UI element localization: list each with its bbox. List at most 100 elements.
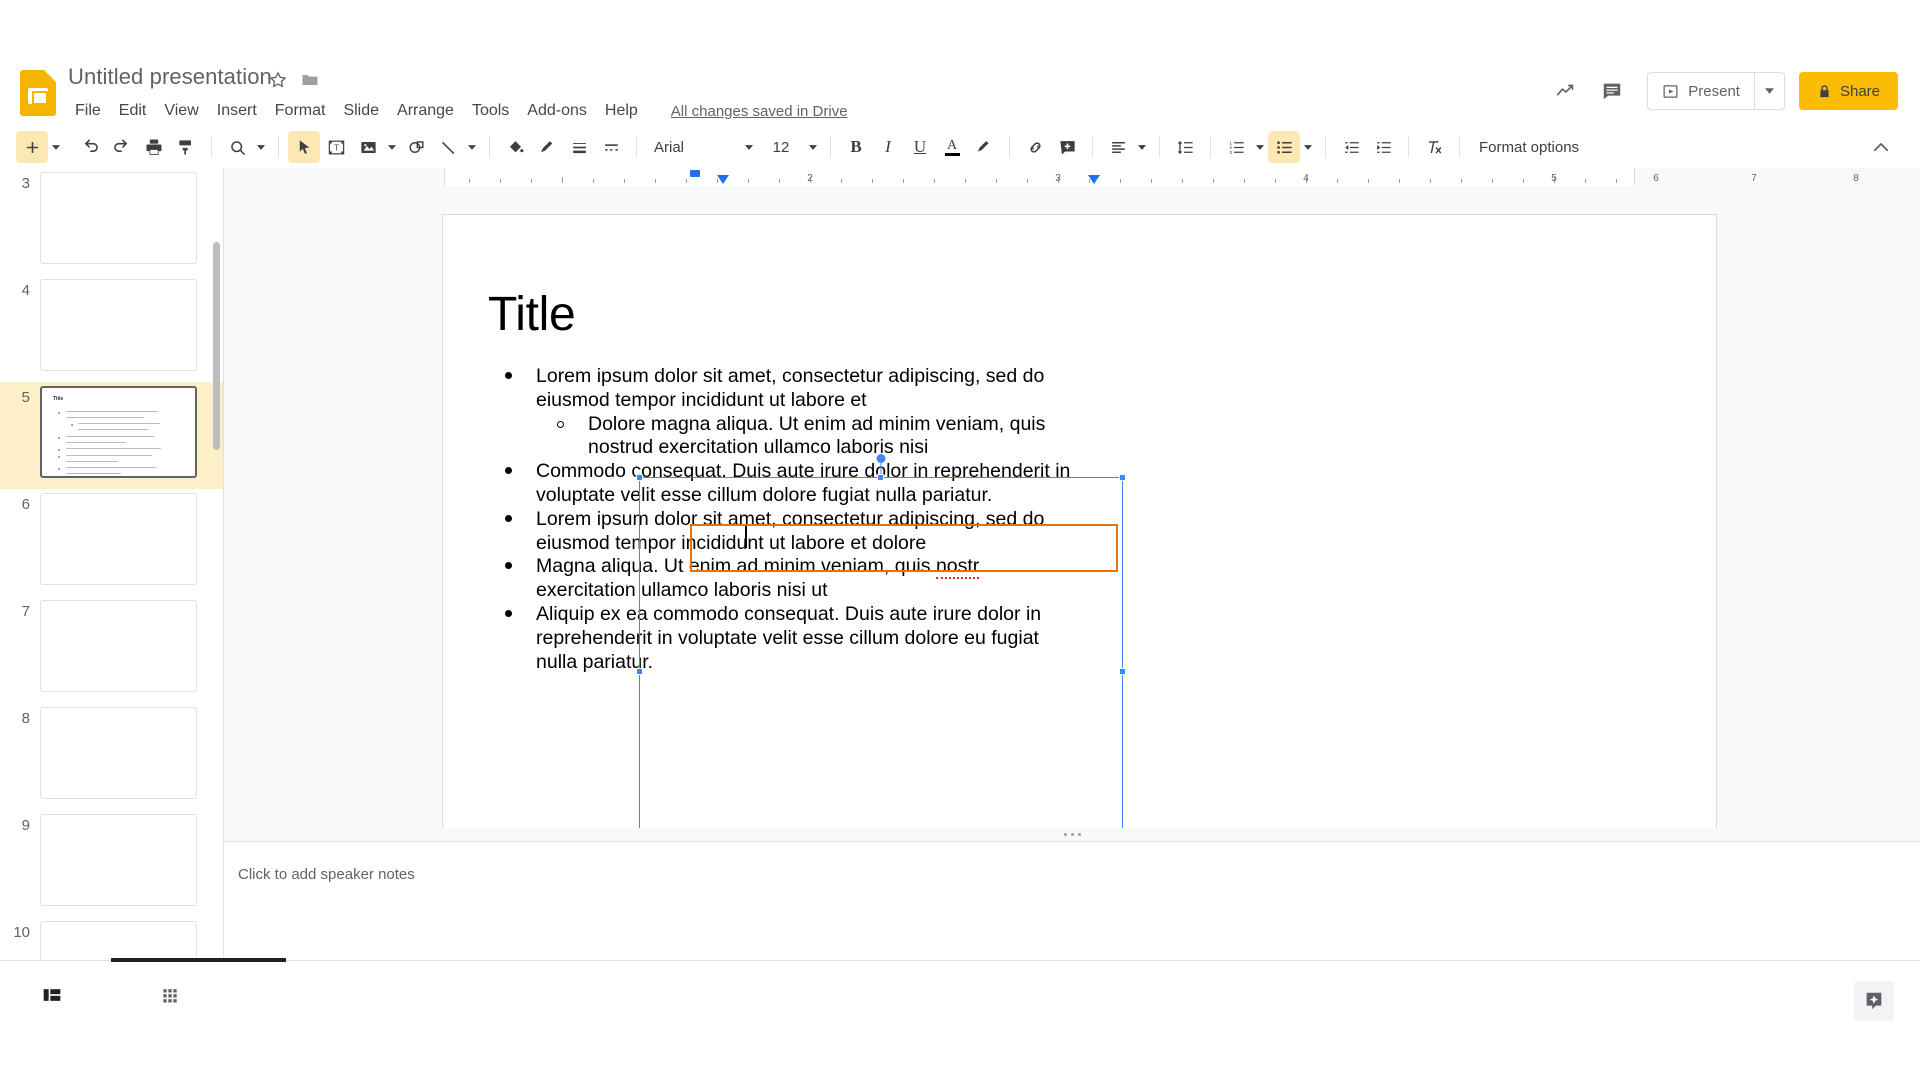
- filmstrip-view-button[interactable]: [32, 975, 72, 1015]
- text-color-button[interactable]: A: [936, 131, 968, 163]
- slide-thumbnail-selected[interactable]: Title: [40, 386, 197, 478]
- star-icon[interactable]: [268, 70, 288, 90]
- add-comment-button[interactable]: [1051, 131, 1083, 163]
- border-weight-button[interactable]: [563, 131, 595, 163]
- redo-button[interactable]: [106, 131, 138, 163]
- filmstrip-slide-6[interactable]: 6: [0, 489, 223, 596]
- explore-button[interactable]: [1854, 981, 1894, 1021]
- bold-button[interactable]: B: [840, 131, 872, 163]
- print-icon: [146, 139, 162, 155]
- select-tool-button[interactable]: [288, 131, 320, 163]
- ruler-track[interactable]: 2 3 4 5: [444, 168, 1635, 186]
- font-size-selector[interactable]: 12: [757, 132, 805, 162]
- bullet-marker-hollow-icon: [557, 420, 564, 428]
- paint-format-button[interactable]: [170, 131, 202, 163]
- left-indent-marker[interactable]: [717, 175, 729, 184]
- increase-indent-button[interactable]: [1367, 131, 1399, 163]
- filmstrip-slide-3[interactable]: 3: [0, 168, 223, 275]
- present-dropdown-caret[interactable]: [1753, 73, 1784, 109]
- border-color-button[interactable]: [531, 131, 563, 163]
- horizontal-ruler[interactable]: 2 3 4 5 6 7 8: [224, 168, 1920, 186]
- filmstrip-slide-7[interactable]: 7: [0, 596, 223, 703]
- bullet-item-5[interactable]: Magna aliqua. Ut enim ad minim veniam, q…: [483, 555, 1083, 603]
- misspelled-word[interactable]: nostr: [935, 555, 980, 580]
- filmstrip-slide-9[interactable]: 9: [0, 810, 223, 917]
- align-caret[interactable]: [1134, 131, 1150, 163]
- bulleted-list-button[interactable]: [1268, 131, 1300, 163]
- slide-thumbnail[interactable]: [40, 600, 197, 692]
- menu-item-file[interactable]: File: [66, 100, 110, 122]
- grid-view-button[interactable]: [150, 975, 190, 1015]
- notes-resize-handle[interactable]: [224, 828, 1920, 841]
- textbox-button[interactable]: T: [320, 131, 352, 163]
- bullet-item-4[interactable]: Lorem ipsum dolor sit amet, consectetur …: [483, 508, 1083, 556]
- folder-icon[interactable]: [300, 70, 320, 90]
- decrease-indent-button[interactable]: [1335, 131, 1367, 163]
- clear-formatting-button[interactable]: [1418, 131, 1450, 163]
- numbered-list-button[interactable]: 123: [1220, 131, 1252, 163]
- slide-thumbnail[interactable]: [40, 279, 197, 371]
- slide-body-placeholder[interactable]: Lorem ipsum dolor sit amet, consectetur …: [483, 365, 1083, 674]
- font-size-caret[interactable]: [805, 131, 821, 163]
- font-family-caret[interactable]: [741, 131, 757, 163]
- speaker-notes-pane[interactable]: Click to add speaker notes: [224, 841, 1920, 960]
- bulleted-list-caret[interactable]: [1300, 131, 1316, 163]
- slide-thumbnail[interactable]: [40, 172, 197, 264]
- save-status[interactable]: All changes saved in Drive: [671, 103, 848, 120]
- filmstrip-scrollbar[interactable]: [213, 242, 220, 450]
- menu-item-help[interactable]: Help: [596, 100, 647, 122]
- line-caret[interactable]: [464, 131, 480, 163]
- zoom-caret[interactable]: [253, 131, 269, 163]
- fill-color-button[interactable]: [499, 131, 531, 163]
- highlight-color-button[interactable]: [968, 131, 1000, 163]
- font-family-selector[interactable]: Arial: [646, 132, 741, 162]
- format-options-button[interactable]: Format options: [1469, 133, 1589, 162]
- share-button[interactable]: Share: [1798, 72, 1898, 110]
- comments-icon[interactable]: [1589, 68, 1635, 114]
- menu-item-edit[interactable]: Edit: [110, 100, 156, 122]
- insert-link-button[interactable]: [1019, 131, 1051, 163]
- bullet-item-2[interactable]: Dolore magna aliqua. Ut enim ad minim ve…: [483, 413, 1083, 461]
- slide-thumbnail[interactable]: [40, 814, 197, 906]
- document-title[interactable]: Untitled presentation: [68, 64, 272, 90]
- slide-thumbnail[interactable]: [40, 707, 197, 799]
- filmstrip-slide-4[interactable]: 4: [0, 275, 223, 382]
- bullet-item-3[interactable]: Commodo consequat. Duis aute irure dolor…: [483, 460, 1083, 508]
- new-slide-caret[interactable]: [48, 131, 64, 163]
- line-button[interactable]: [432, 131, 464, 163]
- line-spacing-button[interactable]: [1169, 131, 1201, 163]
- align-button[interactable]: [1102, 131, 1134, 163]
- filmstrip-slide-5[interactable]: 5 Title: [0, 382, 223, 489]
- chevron-down-icon: [468, 144, 476, 150]
- slide-thumbnail[interactable]: [40, 493, 197, 585]
- menu-item-tools[interactable]: Tools: [463, 100, 518, 122]
- border-dash-button[interactable]: [595, 131, 627, 163]
- slide-title-text[interactable]: Title: [488, 287, 576, 342]
- underline-button[interactable]: U: [904, 131, 936, 163]
- menu-item-insert[interactable]: Insert: [208, 100, 266, 122]
- insert-image-button[interactable]: [352, 131, 384, 163]
- menu-item-addons[interactable]: Add-ons: [518, 100, 596, 122]
- right-indent-marker[interactable]: [1088, 175, 1100, 184]
- present-button[interactable]: Present: [1648, 73, 1754, 109]
- menu-item-view[interactable]: View: [155, 100, 207, 122]
- insert-image-caret[interactable]: [384, 131, 400, 163]
- new-slide-button[interactable]: [16, 131, 48, 163]
- shape-button[interactable]: [400, 131, 432, 163]
- bullet-item-1[interactable]: Lorem ipsum dolor sit amet, consectetur …: [483, 365, 1083, 413]
- collapse-toolbar-button[interactable]: [1864, 130, 1898, 164]
- slide-filmstrip[interactable]: 3 4 5 Title 6 7 8 9 10: [0, 168, 224, 996]
- menu-item-slide[interactable]: Slide: [334, 100, 388, 122]
- bullet-item-6[interactable]: Aliquip ex ea commodo consequat. Duis au…: [483, 603, 1083, 674]
- undo-button[interactable]: [74, 131, 106, 163]
- italic-button[interactable]: I: [872, 131, 904, 163]
- activity-dashboard-icon[interactable]: [1543, 68, 1589, 114]
- menu-item-format[interactable]: Format: [266, 100, 335, 122]
- print-button[interactable]: [138, 131, 170, 163]
- filmstrip-slide-8[interactable]: 8: [0, 703, 223, 810]
- numbered-list-caret[interactable]: [1252, 131, 1268, 163]
- menu-item-arrange[interactable]: Arrange: [388, 100, 463, 122]
- zoom-button[interactable]: [221, 131, 253, 163]
- slides-logo-icon[interactable]: [20, 70, 56, 116]
- first-line-indent-marker[interactable]: [690, 170, 700, 177]
